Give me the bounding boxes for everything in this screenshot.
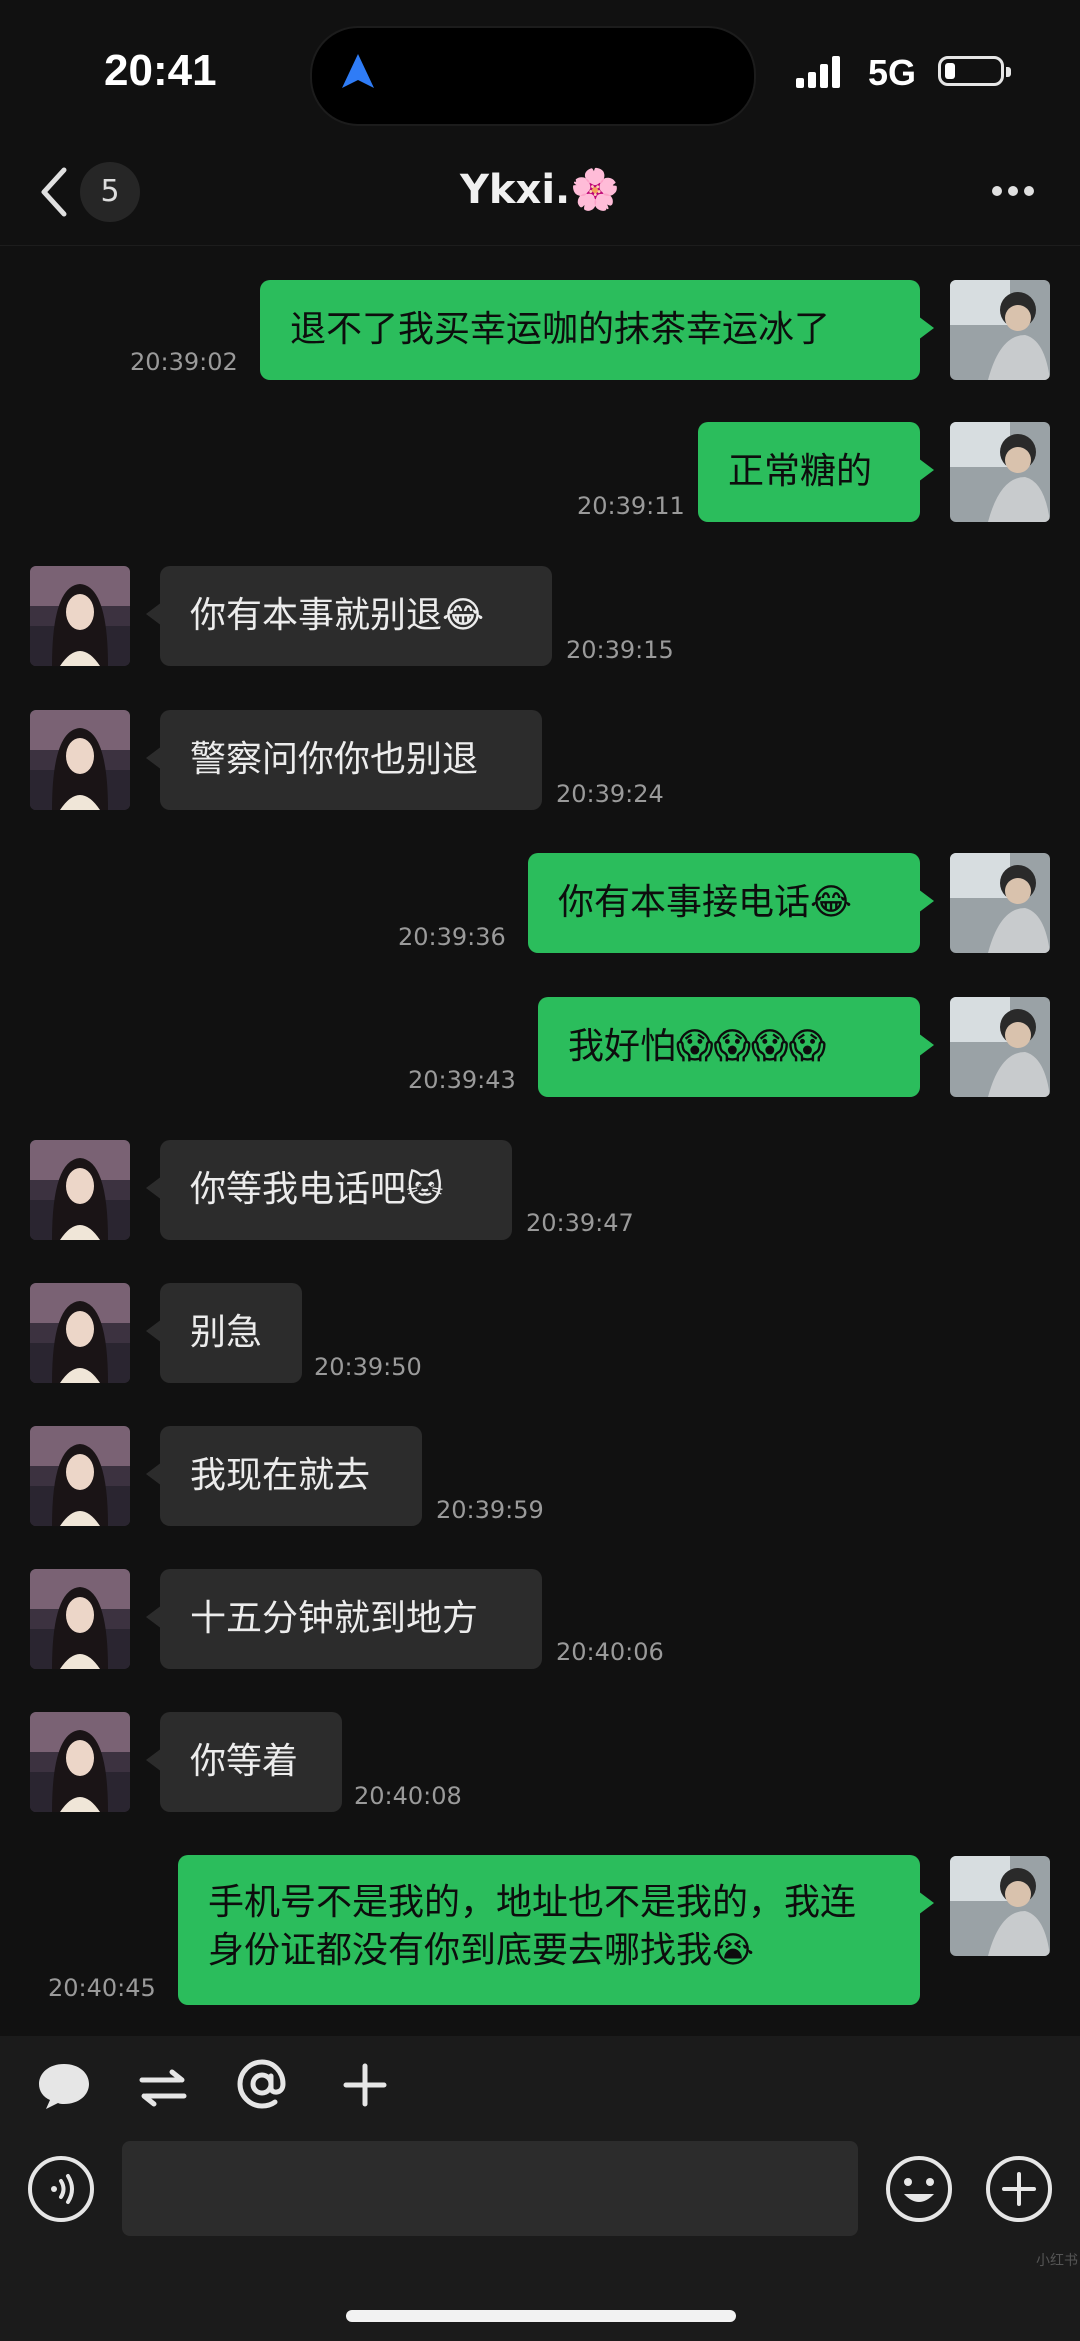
message-bubble-incoming[interactable]: 警察问你你也别退 <box>146 710 542 810</box>
my-avatar[interactable] <box>950 853 1050 953</box>
message-timestamp: 20:39:36 <box>398 923 506 951</box>
contact-avatar[interactable] <box>30 1140 130 1240</box>
message-bubble-incoming[interactable]: 你有本事就别退😂 <box>146 566 552 666</box>
more-icon[interactable] <box>990 184 1036 198</box>
switch-icon[interactable] <box>138 2066 188 2110</box>
chat-bubble-icon[interactable] <box>36 2060 92 2112</box>
emoji-icon[interactable] <box>884 2154 954 2224</box>
message-timestamp: 20:39:24 <box>556 780 664 808</box>
message-bubble-outgoing[interactable]: 我好怕😱😱😱😱 <box>538 997 934 1097</box>
watermark: 小红书 <box>1036 2253 1078 2269</box>
contact-avatar[interactable] <box>30 566 130 666</box>
contact-avatar[interactable] <box>30 1712 130 1812</box>
message-timestamp: 20:39:15 <box>566 636 674 664</box>
add-icon[interactable] <box>342 2062 388 2108</box>
my-avatar[interactable] <box>950 280 1050 380</box>
mention-icon[interactable] <box>234 2056 290 2112</box>
message-bubble-incoming[interactable]: 我现在就去 <box>146 1426 422 1526</box>
network-type: 5G <box>868 52 917 93</box>
status-time: 20:41 <box>104 46 217 95</box>
message-bubble-outgoing[interactable]: 手机号不是我的，地址也不是我的，我连身份证都没有你到底要去哪找我😭 <box>178 1855 934 2005</box>
battery-icon <box>938 56 1011 86</box>
signal-icon <box>796 56 840 88</box>
message-bubble-outgoing[interactable]: 正常糖的 <box>698 422 934 522</box>
status-bar: 20:41 5G <box>0 0 1080 140</box>
contact-avatar[interactable] <box>30 710 130 810</box>
more-actions-icon[interactable] <box>984 2154 1054 2224</box>
message-bubble-outgoing[interactable]: 退不了我买幸运咖的抹茶幸运冰了 <box>260 280 934 380</box>
message-bubble-incoming[interactable]: 你等着 <box>146 1712 342 1812</box>
chat-title: Ykxi.🌸 <box>459 167 621 213</box>
message-input[interactable] <box>122 2141 858 2236</box>
my-avatar[interactable] <box>950 1856 1050 1956</box>
home-indicator[interactable] <box>346 2310 736 2322</box>
message-bubble-incoming[interactable]: 别急 <box>146 1283 302 1383</box>
my-avatar[interactable] <box>950 422 1050 522</box>
message-bubble-incoming[interactable]: 你等我电话吧🐱 <box>146 1140 512 1240</box>
contact-avatar[interactable] <box>30 1283 130 1383</box>
contact-avatar[interactable] <box>30 1569 130 1669</box>
chat-header: 5 Ykxi.🌸 <box>0 140 1080 246</box>
voice-icon[interactable] <box>26 2154 96 2224</box>
message-timestamp: 20:39:11 <box>577 492 685 520</box>
dynamic-island <box>310 26 756 126</box>
message-bubble-outgoing[interactable]: 你有本事接电话😂 <box>528 853 934 953</box>
location-arrow-icon <box>342 54 374 88</box>
input-toolbar <box>0 2036 1080 2341</box>
my-avatar[interactable] <box>950 997 1050 1097</box>
message-timestamp: 20:39:50 <box>314 1353 422 1381</box>
message-timestamp: 20:40:08 <box>354 1782 462 1810</box>
contact-avatar[interactable] <box>30 1426 130 1526</box>
message-timestamp: 20:39:02 <box>130 348 238 376</box>
message-timestamp: 20:40:06 <box>556 1638 664 1666</box>
message-bubble-incoming[interactable]: 十五分钟就到地方 <box>146 1569 542 1669</box>
message-timestamp: 20:39:43 <box>408 1066 516 1094</box>
message-timestamp: 20:39:59 <box>436 1496 544 1524</box>
message-timestamp: 20:39:47 <box>526 1209 634 1237</box>
message-timestamp: 20:40:45 <box>48 1974 156 2002</box>
